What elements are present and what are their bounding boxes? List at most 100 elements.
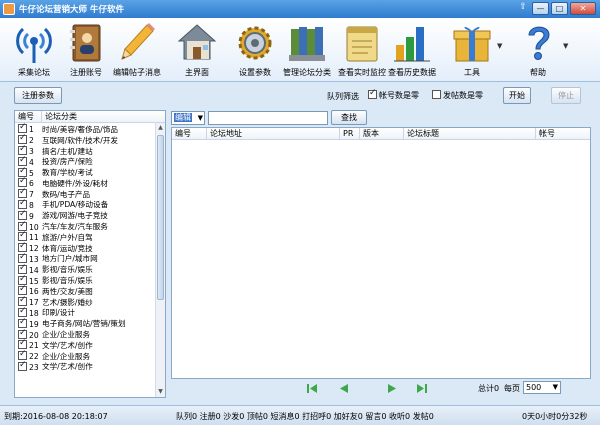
category-row[interactable]: 12体育/运动/竞技 [15, 241, 156, 254]
checkbox-icon[interactable] [18, 328, 27, 339]
checkbox-icon[interactable] [432, 90, 441, 99]
toolbar-main[interactable]: 主界面 [177, 21, 217, 81]
checkbox-icon[interactable] [18, 198, 27, 209]
field-select[interactable]: 编辑 ▼ [171, 111, 205, 125]
category-row[interactable]: 11旅游/户外/自驾 [15, 230, 156, 243]
toolbar-register-account[interactable]: 注册账号 [66, 21, 106, 81]
checkbox-icon[interactable] [18, 187, 27, 199]
toolbar-history-data[interactable]: 查看历史数据 [388, 21, 436, 81]
checkbox-icon[interactable] [18, 230, 27, 242]
toolbar-collect-forums[interactable]: 采集论坛 [14, 21, 54, 81]
checkbox-icon[interactable] [18, 241, 27, 253]
category-row[interactable]: 22企业/企业服务 [15, 349, 156, 362]
status-bar: 到期:2016-08-08 20:18:07 队列0 注册0 沙发0 顶帖0 短… [0, 405, 600, 425]
checkbox-icon[interactable] [18, 209, 27, 220]
scroll-down-icon[interactable]: ▼ [156, 387, 165, 397]
category-row[interactable]: 10汽车/车友/汽车服务 [15, 220, 156, 232]
checkbox-icon[interactable] [18, 360, 27, 371]
checkbox-icon[interactable] [368, 88, 377, 99]
stop-button[interactable]: 停止 [551, 87, 581, 104]
toolbar-tools[interactable]: 工具 [452, 21, 492, 81]
checkbox-icon[interactable] [18, 317, 27, 328]
toolbar-help[interactable]: 帮助 [518, 21, 558, 81]
category-row[interactable]: 9 游戏/网游/电子竞技 [15, 209, 156, 221]
collapse-button[interactable]: ⇧ [516, 2, 530, 15]
num-column-header[interactable]: 编号 [15, 111, 42, 122]
checkbox-icon[interactable] [18, 220, 27, 231]
checkbox-icon[interactable] [18, 176, 27, 188]
category-row[interactable]: 15影视/音乐/娱乐 [15, 274, 156, 286]
category-row[interactable]: 23文学/艺术/创作 [15, 360, 156, 373]
category-num: 8 [29, 200, 34, 210]
checkbox-icon[interactable] [18, 295, 27, 307]
first-page-icon[interactable] [306, 383, 318, 394]
forum-grid[interactable]: 编号 论坛地址 PR 版本 论坛标题 帐号 [171, 127, 591, 379]
grid-col-account[interactable]: 帐号 [535, 128, 590, 139]
checkbox-icon[interactable] [18, 284, 27, 296]
toolbar-settings[interactable]: 设置参数 [235, 21, 275, 81]
scroll-thumb[interactable] [157, 135, 164, 300]
category-row[interactable]: 4 投资/房产/保险 [15, 155, 156, 167]
checkbox-icon[interactable] [18, 338, 27, 350]
start-button[interactable]: 开始 [503, 87, 531, 104]
category-row[interactable]: 13地方门户/城市网 [15, 252, 156, 265]
category-row[interactable]: 21文学/艺术/创作 [15, 338, 156, 351]
post-zero-checkbox[interactable]: 发帖数是零 [432, 90, 483, 101]
checkbox-icon[interactable] [18, 349, 27, 361]
prev-page-icon[interactable] [338, 383, 350, 394]
category-row[interactable]: 7 数码/电子产品 [15, 187, 156, 200]
checkbox-icon[interactable] [18, 144, 27, 155]
category-row[interactable]: 16两性/交友/美图 [15, 284, 156, 297]
toolbar-live-monitor[interactable]: 查看实时监控 [338, 21, 386, 81]
category-column-header[interactable]: 论坛分类 [42, 111, 156, 122]
category-row[interactable]: 14影视/音乐/娱乐 [15, 263, 156, 275]
category-name: 电子商务/网站/营销/策划 [42, 319, 126, 329]
checkbox-icon[interactable] [18, 133, 27, 145]
checkbox-icon[interactable] [18, 263, 27, 274]
minimize-button[interactable]: — [532, 2, 549, 15]
toolbar-label: 查看历史数据 [388, 68, 436, 77]
category-row[interactable]: 8 手机/PDA/移动设备 [15, 198, 156, 211]
category-panel: 编号 论坛分类 1 时尚/美容/奢侈品/饰品 2 互联网/软件/技术/开发 3 搞名/主机… [14, 110, 166, 398]
maximize-button[interactable]: □ [551, 2, 568, 15]
search-input[interactable] [208, 111, 328, 125]
close-button[interactable]: ✕ [570, 2, 596, 15]
category-row[interactable]: 5 教育/学校/考试 [15, 166, 156, 178]
grid-col-forum-url[interactable]: 论坛地址 [206, 128, 339, 139]
category-row[interactable]: 1 时尚/美容/奢侈品/饰品 [15, 122, 156, 135]
help-dropdown-arrow-icon[interactable]: ▼ [563, 42, 568, 50]
category-row[interactable]: 18印刷/设计 [15, 306, 156, 319]
category-row[interactable]: 20企业/企业服务 [15, 328, 156, 340]
toolbar-edit-post[interactable]: 编辑帖子消息 [113, 21, 161, 81]
search-button[interactable]: 查找 [331, 110, 367, 125]
scroll-up-icon[interactable]: ▲ [156, 123, 165, 133]
register-params-button[interactable]: 注册参数 [14, 87, 62, 104]
category-scrollbar[interactable]: ▲ ▼ [155, 123, 165, 397]
category-row[interactable]: 19电子商务/网站/营销/策划 [15, 317, 156, 329]
next-page-icon[interactable] [386, 383, 398, 394]
grid-col-forum-title[interactable]: 论坛标题 [403, 128, 535, 139]
toolbar-manage-categories[interactable]: 管理论坛分类 [283, 21, 331, 81]
category-name: 互联网/软件/技术/开发 [42, 135, 119, 145]
checkbox-icon[interactable] [18, 155, 27, 166]
category-row[interactable]: 3 搞名/主机/建站 [15, 144, 156, 157]
tools-dropdown-arrow-icon[interactable]: ▼ [497, 42, 502, 50]
app-icon [3, 3, 15, 15]
grid-col-version[interactable]: 版本 [359, 128, 403, 139]
category-row[interactable]: 17艺术/摄影/婚纱 [15, 295, 156, 308]
grid-col-num[interactable]: 编号 [172, 128, 206, 139]
checkbox-icon[interactable] [18, 122, 27, 134]
title-bar: 牛仔论坛营销大师 牛仔软件 ⇧ — □ ✕ [0, 0, 600, 18]
checkbox-icon[interactable] [18, 252, 27, 263]
last-page-icon[interactable] [416, 383, 428, 394]
per-page-select[interactable]: 500 ▼ [523, 381, 561, 394]
grid-col-pr[interactable]: PR [339, 128, 359, 139]
category-row[interactable]: 6 电脑硬件/外设/耗材 [15, 176, 156, 189]
checkbox-icon[interactable] [18, 306, 27, 317]
account-zero-checkbox[interactable]: 帐号数是零 [368, 88, 419, 101]
filter-row: 编辑 ▼ 查找 [171, 110, 591, 127]
checkbox-icon[interactable] [18, 274, 27, 285]
checkbox-icon[interactable] [18, 166, 27, 177]
category-num: 4 [29, 157, 34, 167]
category-row[interactable]: 2 互联网/软件/技术/开发 [15, 133, 156, 146]
